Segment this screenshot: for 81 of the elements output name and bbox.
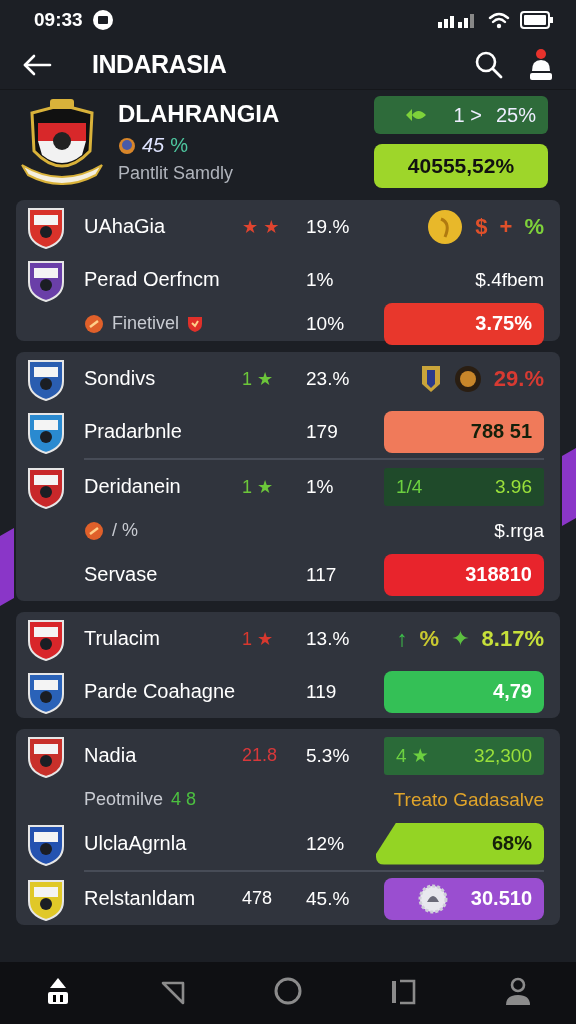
team-name: Sondivs xyxy=(84,367,156,390)
crest-icon xyxy=(18,99,106,185)
percent-text: 179 xyxy=(306,420,338,442)
value-badge: 788 51 xyxy=(384,410,544,453)
pennant-icon xyxy=(419,363,442,394)
shield-icon xyxy=(187,314,204,333)
coin-icon xyxy=(427,208,464,245)
home-circle-icon xyxy=(273,976,302,1007)
percent-text: 23.% xyxy=(306,367,350,389)
percent-text: 1% xyxy=(306,268,334,290)
row-label: Peotmilve xyxy=(84,789,164,810)
percent-text: 13.% xyxy=(306,627,350,649)
percent-text: 19.% xyxy=(306,215,350,237)
status-symbol: ✦ xyxy=(451,625,470,652)
value-badge: 30.510 xyxy=(384,877,544,920)
team-name: UlclaAgrnla xyxy=(84,832,187,855)
status-symbol: % xyxy=(419,625,440,652)
team-name: Relstanldam xyxy=(84,887,196,910)
status-time: 09:33 xyxy=(34,9,83,31)
badge-icon xyxy=(84,313,104,334)
team-name: Nadia xyxy=(84,744,137,767)
status-symbol: % xyxy=(524,213,544,240)
status-symbol: 8.17% xyxy=(481,625,544,652)
user-alert-icon xyxy=(528,48,554,81)
value-badge: 4,79 xyxy=(384,670,544,713)
total-badge: 40555,52% xyxy=(374,144,548,188)
battery-icon xyxy=(520,11,554,29)
percent-text: 45.% xyxy=(306,887,350,909)
stat-unit: % xyxy=(170,134,189,157)
app-title: INDARASIA xyxy=(92,50,227,79)
status-symbol: 29.% xyxy=(493,365,544,392)
back-arrow-icon xyxy=(22,53,52,76)
team-name: DLAHRANGIA xyxy=(118,100,280,128)
team-name: UAhaGia xyxy=(84,215,166,238)
team-name: Pradarbnle xyxy=(84,420,182,443)
percent-text: 10% xyxy=(306,312,345,334)
score-text: 3.96 xyxy=(495,475,532,498)
badge-icon xyxy=(84,520,104,541)
rating-text: 478 xyxy=(242,888,273,908)
value-badge: 318810 xyxy=(384,553,544,596)
status-symbol: ↑ xyxy=(396,625,408,652)
team-name: Deridanein xyxy=(84,475,181,498)
wifi-icon xyxy=(488,11,510,29)
team-name: Perad Oerfncm xyxy=(84,268,220,291)
score-text: 32,300 xyxy=(473,744,532,767)
rating-text: 1 ★ xyxy=(242,368,274,389)
gear-icon xyxy=(418,883,448,914)
seal-icon xyxy=(453,364,482,393)
score-text: 4 ★ xyxy=(396,744,429,767)
amount-text: $.rrga xyxy=(494,519,544,542)
row-number: 4 8 xyxy=(171,789,197,810)
percent-text: 119 xyxy=(306,680,337,702)
status-symbol: $ xyxy=(475,213,488,240)
score-text: 1/4 xyxy=(396,475,423,498)
score-text: 25% xyxy=(495,103,536,127)
score-text: 1 > xyxy=(453,103,482,127)
fish-icon xyxy=(404,107,428,123)
value-badge: 3.75% xyxy=(384,302,544,345)
search-icon xyxy=(474,49,504,80)
status-symbol: + xyxy=(499,213,513,240)
stat-value: 45 xyxy=(142,134,165,157)
team-name: Servase xyxy=(84,563,158,586)
value-badge: 68% xyxy=(376,822,544,865)
row-label: / % xyxy=(112,520,138,541)
percent-text: 1% xyxy=(306,475,334,497)
percent-text: 117 xyxy=(306,563,337,585)
amount-text: Treato Gadasalve xyxy=(393,788,544,811)
percent-text: 5.3% xyxy=(306,744,350,766)
medal-icon xyxy=(118,136,136,155)
percent-text: 12% xyxy=(306,832,345,854)
rating-text: 1 ★ xyxy=(242,628,274,649)
notification-icon xyxy=(92,10,113,30)
profile-icon xyxy=(504,976,533,1007)
amount-text: $.4fbem xyxy=(475,268,544,291)
rating-text: ★ ★ xyxy=(242,216,280,237)
rating-text: 21.8 xyxy=(242,745,278,765)
rating-text: 1 ★ xyxy=(242,476,274,497)
row-label: Finetivel xyxy=(112,313,180,334)
team-name: Parde Coahagne xyxy=(84,680,236,703)
team-name: Trulacim xyxy=(84,627,160,650)
team-subtitle: Pantlit Samdly xyxy=(118,163,235,184)
